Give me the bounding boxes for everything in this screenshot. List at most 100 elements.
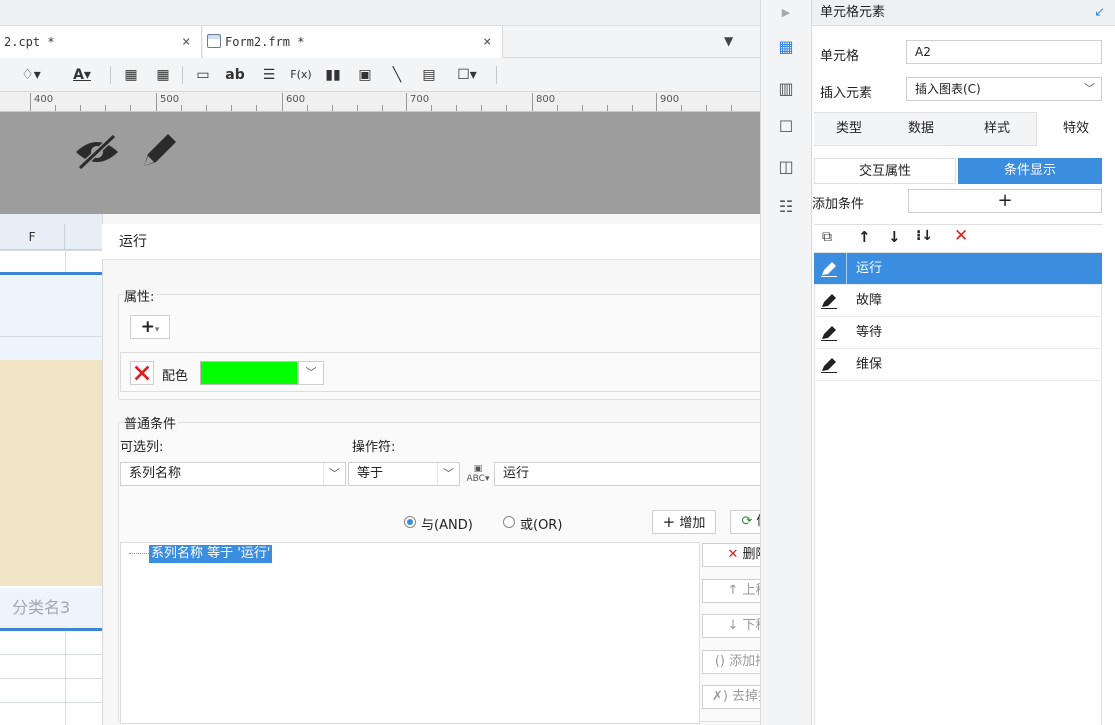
cell-attributes-icon[interactable]: ▦ <box>775 36 797 58</box>
list-item-fault[interactable]: 故障 <box>814 285 1102 317</box>
list-item-maintenance[interactable]: 维保 <box>814 349 1102 381</box>
arrow-down-icon[interactable]: ↓ <box>888 228 901 246</box>
ruler-mark: 700 <box>410 94 430 105</box>
image-icon[interactable]: ▣ <box>354 64 376 86</box>
tab-list-menu-icon[interactable]: ▼ <box>724 34 733 48</box>
chevron-down-icon: ﹀ <box>323 463 345 485</box>
arrow-up-icon: ↑ <box>727 583 739 598</box>
close-icon[interactable]: × <box>483 26 491 58</box>
value-input-text: 运行 <box>503 466 530 481</box>
align-icon[interactable]: ☰ <box>258 64 280 86</box>
bar-chart-icon[interactable]: ▮▮ <box>322 64 344 86</box>
remove-parentheses-icon: ✗) <box>711 689 728 704</box>
copy-icon[interactable]: ⧉ <box>822 229 832 245</box>
insert-element-select[interactable]: 插入图表(C) ﹀ <box>906 77 1102 101</box>
remove-property-button[interactable] <box>130 361 154 385</box>
ruler-mark: 500 <box>160 94 180 105</box>
color-swatch[interactable] <box>200 361 298 385</box>
plus-icon: + <box>662 513 676 531</box>
list-item-wait[interactable]: 等待 <box>814 317 1102 349</box>
plus-icon: + <box>140 317 155 337</box>
column-f-header[interactable]: F <box>0 224 65 250</box>
column-label: 可选列: <box>120 440 164 455</box>
column-select[interactable]: 系列名称 ﹀ <box>120 462 346 486</box>
textfield-icon[interactable]: ▭ <box>192 64 214 86</box>
plus-icon: + <box>997 190 1013 211</box>
common-conditions-label: 普通条件 <box>124 413 179 432</box>
tab-label: Form2.frm * <box>225 35 305 49</box>
tab-cpt[interactable]: 2.cpt * × <box>0 26 202 58</box>
delete-x-icon: ✕ <box>727 547 739 562</box>
ruler-mark: 800 <box>536 94 556 105</box>
subtab-condition-display[interactable]: 条件显示 <box>958 158 1102 184</box>
chevron-down-icon: ﹀ <box>1084 82 1095 95</box>
add-condition-button[interactable]: + 增加 <box>652 510 716 534</box>
add-condition-label: 添加条件 <box>812 197 865 212</box>
sort-icon[interactable]: ⁝↓ <box>916 228 933 244</box>
category-label: 分类名3 <box>0 588 102 628</box>
properties-label: 属性: <box>124 286 157 305</box>
font-color-icon[interactable]: A▾ <box>64 64 100 86</box>
table-icon[interactable]: ▦ <box>120 64 142 86</box>
hide-eye-icon[interactable] <box>72 128 122 172</box>
widget-border-icon[interactable]: ☐ <box>775 116 797 138</box>
property-sidebar: ▶ ▦ ▥ ☐ ◫ ☷ <box>760 0 812 725</box>
cell-info-icon[interactable]: ▥ <box>775 78 797 100</box>
and-radio[interactable] <box>404 516 416 528</box>
chevron-down-icon: ﹀ <box>437 463 459 485</box>
parentheses-icon: () <box>714 654 725 669</box>
tab-type[interactable]: 类型 <box>814 112 884 146</box>
condition-item[interactable]: 系列名称 等于 '运行' <box>149 545 273 563</box>
file-tabs: 2.cpt * × Form2.frm * × <box>0 26 760 58</box>
top-bar <box>0 0 760 26</box>
add-property-button[interactable]: +▾ <box>130 315 170 339</box>
cell-label: 单元格 <box>820 49 860 64</box>
panel-title: 单元格元素 ↙ <box>812 0 1115 26</box>
or-radio[interactable] <box>503 516 515 528</box>
value-input[interactable]: 运行 <box>494 462 794 486</box>
operator-select[interactable]: 等于 ﹀ <box>348 462 460 486</box>
cell-input[interactable]: A2 <box>906 40 1102 64</box>
line-icon[interactable]: ╲ <box>386 64 408 86</box>
edit-pen-icon <box>821 358 837 373</box>
formula-icon[interactable]: F(x) <box>288 64 314 86</box>
grid-icon[interactable]: ▦ <box>152 64 174 86</box>
operator-select-value: 等于 <box>357 466 384 481</box>
report-icon[interactable]: ▤ <box>418 64 440 86</box>
value-type-abc-icon[interactable]: ▣ ABC▾ <box>464 462 492 486</box>
dropdown-widget-icon[interactable]: ◫ <box>775 156 797 178</box>
tab-style[interactable]: 样式 <box>962 112 1032 146</box>
edit-pen-icon[interactable] <box>138 128 178 172</box>
list-item-run[interactable]: 运行 <box>814 253 1102 285</box>
app-window: 2.cpt * × Form2.frm * × ▼ ♢▾ A▾ ▦ ▦ ▭ ab… <box>0 0 1115 725</box>
list-item-label: 运行 <box>856 261 883 276</box>
edit-pen-icon <box>821 294 837 309</box>
sheet-header-band <box>0 276 102 360</box>
and-label: 与(AND) <box>421 518 473 533</box>
list-item-label: 等待 <box>856 325 883 340</box>
collapse-arrow-icon[interactable]: ▶ <box>775 2 797 24</box>
add-condition-label: 增加 <box>679 516 706 531</box>
color-dropdown-chevron-down-icon[interactable]: ﹀ <box>298 361 324 385</box>
tree-line <box>129 553 149 554</box>
layer-icon[interactable]: ☷ <box>775 196 797 218</box>
subtab-interaction[interactable]: 交互属性 <box>814 158 956 184</box>
tab-data[interactable]: 数据 <box>886 112 956 146</box>
text-ab-icon[interactable]: ab <box>222 64 248 86</box>
tab-form2[interactable]: Form2.frm * × <box>203 26 503 58</box>
delete-x-icon[interactable]: ✕ <box>954 226 968 246</box>
column-select-value: 系列名称 <box>129 466 182 481</box>
color-label: 配色 <box>162 369 189 384</box>
delete-x-icon <box>134 365 150 381</box>
fill-color-icon[interactable]: ♢▾ <box>16 64 46 86</box>
chart-cell[interactable] <box>0 360 102 586</box>
add-condition-plus-button[interactable]: + <box>908 189 1102 213</box>
condition-list: 系列名称 等于 '运行' <box>120 542 700 724</box>
pin-arrow-icon[interactable]: ↙ <box>1094 0 1105 26</box>
close-icon[interactable]: × <box>182 26 190 58</box>
arrow-up-icon[interactable]: ↑ <box>858 228 871 246</box>
form-file-icon <box>207 34 221 48</box>
insert-element-label: 插入元素 <box>820 86 873 101</box>
tab-effects[interactable]: 特效 <box>1036 112 1115 146</box>
border-icon[interactable]: ☐▾ <box>450 64 484 86</box>
